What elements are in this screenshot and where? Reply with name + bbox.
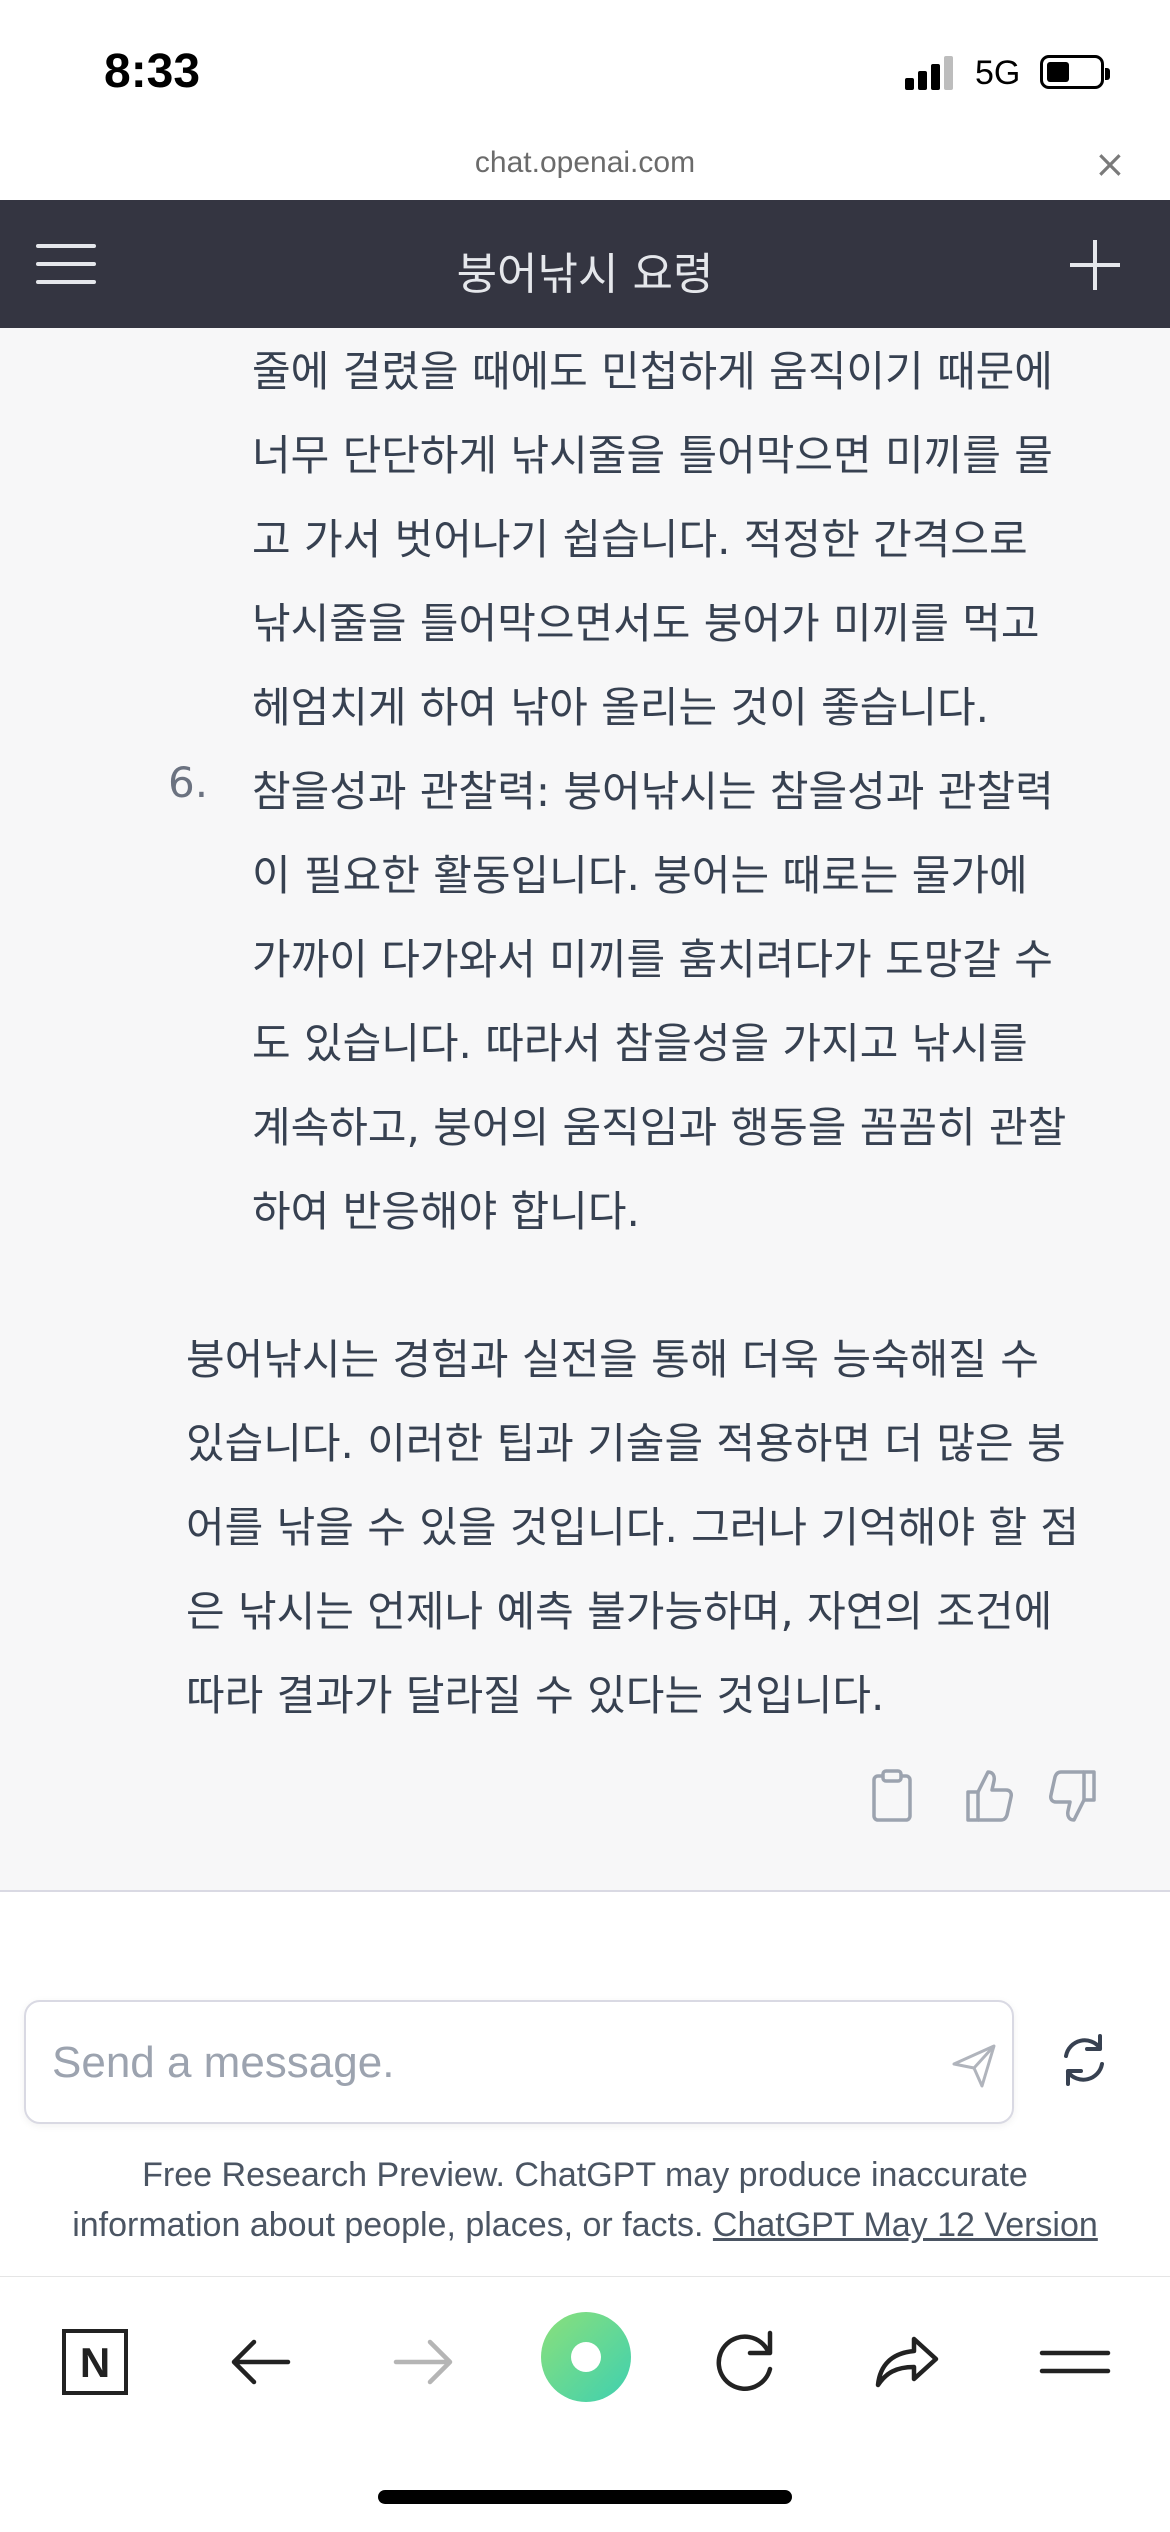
thumbs-down-icon[interactable] — [1044, 1764, 1104, 1828]
app-header: 붕어낚시 요령 — [0, 200, 1170, 328]
message-line: 낚시줄을 틀어막으면서도 붕어가 미끼를 먹고 — [252, 599, 1040, 648]
plus-icon[interactable] — [1070, 240, 1120, 290]
clipboard-icon[interactable] — [862, 1764, 922, 1828]
svg-text:N: N — [80, 2339, 110, 2386]
home-circle-icon[interactable] — [538, 2309, 634, 2405]
message-line: 헤엄치게 하여 낚아 올리는 것이 좋습니다. — [252, 683, 989, 732]
disclaimer-line2: information about people, places, or fac… — [0, 2200, 1170, 2250]
home-indicator — [378, 2490, 792, 2504]
close-icon[interactable]: × — [1094, 142, 1126, 186]
disclaimer-line1: Free Research Preview. ChatGPT may produ… — [142, 2156, 1028, 2194]
thumbs-up-icon[interactable] — [958, 1764, 1018, 1828]
share-icon[interactable] — [862, 2317, 952, 2407]
message-line: 가까이 다가와서 미끼를 훔치려다가 도망갈 수 — [252, 935, 1053, 984]
list-number: 6. — [168, 758, 209, 807]
browser-url-bar[interactable]: chat.openai.com × — [0, 140, 1170, 200]
disclaimer-line2-text: information about people, places, or fac… — [72, 2206, 713, 2244]
message-line: 어를 낚을 수 있을 것입니다. 그러나 기억해야 할 점 — [186, 1503, 1079, 1552]
url-text[interactable]: chat.openai.com — [0, 146, 1170, 180]
send-icon[interactable] — [948, 2040, 1000, 2092]
assistant-message: 줄에 걸렸을 때에도 민첩하게 움직이기 때문에 너무 단단하게 낚시줄을 틀어… — [0, 328, 1170, 1892]
reload-icon[interactable] — [700, 2317, 790, 2407]
message-line: 도 있습니다. 따라서 참을성을 가지고 낚시를 — [252, 1019, 1028, 1068]
regenerate-icon[interactable] — [1052, 2028, 1116, 2092]
message-input-box[interactable] — [24, 2000, 1014, 2124]
message-line: 있습니다. 이러한 팁과 기술을 적용하면 더 많은 붕 — [186, 1419, 1066, 1468]
message-line: 은 낚시는 언제나 예측 불가능하며, 자연의 조건에 — [186, 1587, 1053, 1636]
message-line: 이 필요한 활동입니다. 붕어는 때로는 물가에 — [252, 851, 1028, 900]
status-time: 8:33 — [104, 45, 201, 98]
message-line: 줄에 걸렸을 때에도 민첩하게 움직이기 때문에 — [252, 347, 1053, 396]
message-line: 하여 반응해야 합니다. — [252, 1187, 640, 1236]
conversation-title: 붕어낚시 요령 — [456, 249, 714, 300]
n-logo-icon[interactable]: N — [50, 2317, 140, 2407]
status-bar: 8:33 5G — [0, 0, 1170, 140]
composer: Free Research Preview. ChatGPT may produ… — [0, 1970, 1170, 2280]
message-line: 붕어낚시는 경험과 실전을 통해 더욱 능숙해질 수 — [186, 1335, 1039, 1384]
battery-icon — [1040, 55, 1110, 89]
signal-icon — [905, 56, 957, 90]
disclaimer: Free Research Preview. ChatGPT may produ… — [0, 2150, 1170, 2250]
menu-icon[interactable] — [1030, 2317, 1120, 2407]
network-label: 5G — [975, 54, 1021, 92]
message-line: 따라 결과가 달라질 수 있다는 것입니다. — [186, 1671, 885, 1720]
back-arrow-icon[interactable] — [216, 2317, 306, 2407]
forward-arrow-icon[interactable] — [378, 2317, 468, 2407]
message-line: 계속하고, 붕어의 움직임과 행동을 꼼꼼히 관찰 — [252, 1103, 1067, 1152]
message-input[interactable] — [52, 2030, 912, 2096]
message-line: 고 가서 벗어나기 쉽습니다. 적정한 간격으로 — [252, 515, 1028, 564]
version-link[interactable]: ChatGPT May 12 Version — [713, 2206, 1098, 2244]
message-actions — [0, 1764, 1170, 1834]
message-line: 참을성과 관찰력: 붕어낚시는 참을성과 관찰력 — [252, 767, 1054, 816]
hamburger-menu-icon[interactable] — [36, 244, 96, 284]
message-line: 너무 단단하게 낚시줄을 틀어막으면 미끼를 물 — [252, 431, 1053, 480]
